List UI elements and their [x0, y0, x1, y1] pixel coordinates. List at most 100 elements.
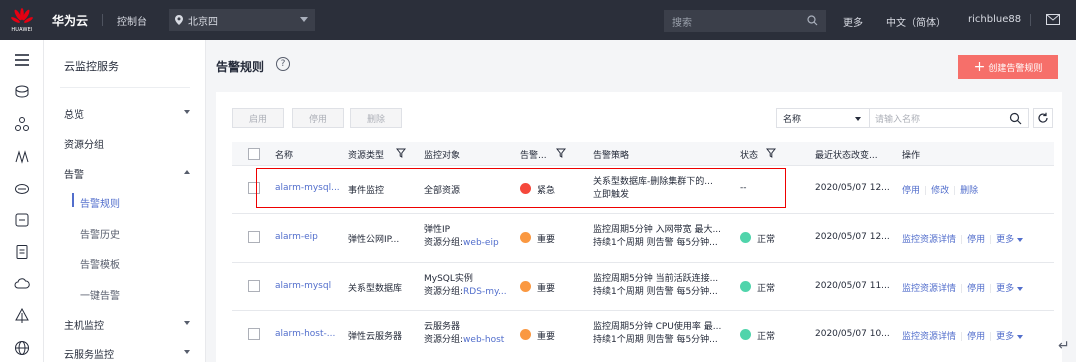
- chevron-down-icon[interactable]: [184, 350, 190, 354]
- disable-link[interactable]: 停用: [967, 235, 985, 245]
- cloud-storage-icon[interactable]: [14, 180, 30, 196]
- chevron-down-icon[interactable]: [184, 110, 190, 114]
- row-actions: 监控资源详情 | 停用 | 更多: [902, 232, 1024, 245]
- rule-name-link[interactable]: alarm-eip: [275, 232, 318, 242]
- column-header-policy[interactable]: 告警策略: [593, 148, 629, 161]
- database-icon[interactable]: [14, 84, 30, 100]
- name-search-input[interactable]: 请输入名称: [869, 108, 1029, 128]
- more-menu[interactable]: 更多: [843, 14, 863, 29]
- sidebar-item-alarm-rules[interactable]: 告警规则: [80, 195, 120, 210]
- document-icon[interactable]: [14, 244, 30, 260]
- rule-name-link[interactable]: alarm-mysql: [275, 281, 331, 291]
- column-header-status[interactable]: 状态: [740, 148, 758, 161]
- column-header-last-change[interactable]: 最近状态改变...: [815, 148, 878, 161]
- console-link[interactable]: 控制台: [117, 13, 147, 28]
- disable-link[interactable]: 停用: [967, 332, 985, 342]
- sidebar-item-overview[interactable]: 总览: [64, 106, 84, 121]
- resource-details-link[interactable]: 监控资源详情: [902, 235, 956, 245]
- resource-group-link[interactable]: web-host: [463, 335, 504, 345]
- search-icon[interactable]: [807, 15, 818, 26]
- resource-type: 弹性云服务器: [348, 332, 403, 342]
- row-divider: [232, 213, 1054, 214]
- sidebar-item-cloud-service-monitoring[interactable]: 云服务监控: [64, 346, 114, 361]
- filter-icon[interactable]: [396, 148, 406, 158]
- more-link[interactable]: 更多: [996, 332, 1014, 342]
- create-alarm-rule-button[interactable]: + 创建告警规则: [958, 55, 1058, 79]
- delete-button[interactable]: 删除: [350, 108, 402, 128]
- more-link[interactable]: 更多: [996, 235, 1014, 245]
- object-type: 弹性IP: [424, 225, 451, 235]
- region-label: 北京四: [188, 16, 219, 28]
- plus-icon: +: [973, 59, 986, 75]
- resource-details-link[interactable]: 监控资源详情: [902, 332, 956, 342]
- divider: |: [960, 235, 964, 245]
- resource-group-link[interactable]: RDS-my...: [463, 287, 507, 297]
- filter-icon[interactable]: [766, 148, 776, 158]
- chevron-down-icon: [855, 117, 861, 121]
- top-navigation-bar: HUAWEI 华为云 控制台 北京四 搜索 更多 中文（简体） richblue…: [0, 0, 1076, 40]
- global-search-input[interactable]: 搜索: [664, 10, 826, 32]
- chevron-down-icon[interactable]: [1017, 334, 1024, 339]
- sidebar-item-alarm-history[interactable]: 告警历史: [80, 226, 120, 241]
- search-icon[interactable]: [1009, 112, 1022, 125]
- resource-details-link[interactable]: 监控资源详情: [902, 284, 956, 294]
- more-link[interactable]: 更多: [996, 284, 1014, 294]
- divider: |: [989, 235, 993, 245]
- deploy-icon[interactable]: [14, 308, 30, 324]
- disable-button[interactable]: 停用: [292, 108, 344, 128]
- service-icon-rail: [0, 40, 44, 362]
- mail-icon[interactable]: [1046, 14, 1060, 25]
- sidebar-item-resource-groups[interactable]: 资源分组: [64, 136, 104, 151]
- column-header-resource-type[interactable]: 资源类型: [348, 148, 384, 161]
- help-icon[interactable]: ?: [276, 57, 290, 71]
- user-menu[interactable]: richblue88: [968, 14, 1021, 25]
- region-selector[interactable]: 北京四: [169, 9, 316, 31]
- huawei-flower-icon: [11, 7, 33, 23]
- chevron-down-icon[interactable]: [1017, 286, 1024, 291]
- chevron-up-icon[interactable]: [184, 170, 190, 174]
- alarm-policy: 监控周期5分钟 CPU使用率 最... 持续1个周期 则告警 每5分钟...: [593, 321, 721, 347]
- divider: |: [953, 186, 957, 196]
- disable-link[interactable]: 停用: [967, 284, 985, 294]
- modify-link[interactable]: 修改: [931, 186, 949, 196]
- globe-icon[interactable]: [14, 340, 30, 356]
- cloud-icon[interactable]: [14, 276, 30, 292]
- group-prefix: 资源分组:: [424, 238, 464, 248]
- huawei-logo[interactable]: HUAWEI: [0, 0, 44, 40]
- divider: |: [989, 284, 993, 294]
- network-icon[interactable]: [14, 116, 30, 132]
- enable-button[interactable]: 启用: [232, 108, 284, 128]
- divider: |: [989, 332, 993, 342]
- column-header-monitored-object[interactable]: 监控对象: [424, 148, 460, 161]
- object-group: 资源分组:RDS-my...: [424, 286, 507, 299]
- resource-group-link[interactable]: web-eip: [463, 238, 499, 248]
- object-type: MySQL实例: [424, 274, 473, 284]
- cluster-icon[interactable]: [14, 148, 30, 164]
- column-header-name[interactable]: 名称: [275, 148, 293, 161]
- filter-icon[interactable]: [556, 148, 566, 158]
- chevron-down-icon[interactable]: [1017, 237, 1024, 242]
- rule-name-link[interactable]: alarm-host-...: [275, 329, 335, 339]
- sidebar-item-host-monitoring[interactable]: 主机监控: [64, 317, 104, 332]
- refresh-button[interactable]: [1033, 108, 1053, 128]
- brand-name[interactable]: 华为云: [52, 12, 88, 29]
- row-actions: 监控资源详情 | 停用 | 更多: [902, 329, 1024, 342]
- server-icon[interactable]: [14, 212, 30, 228]
- sidebar-item-alarm-templates[interactable]: 告警模板: [80, 256, 120, 271]
- row-checkbox[interactable]: [248, 328, 260, 340]
- chevron-down-icon[interactable]: [184, 321, 190, 325]
- filter-field-select[interactable]: 名称: [776, 108, 870, 128]
- divider: |: [960, 332, 964, 342]
- disable-link[interactable]: 停用: [902, 186, 920, 196]
- row-checkbox[interactable]: [248, 231, 260, 243]
- severity-major-icon: [520, 232, 531, 243]
- sidebar-item-alarms[interactable]: 告警: [64, 166, 84, 181]
- column-header-severity[interactable]: 告警...: [520, 148, 547, 161]
- select-all-checkbox[interactable]: [248, 148, 260, 160]
- severity-label: 重要: [537, 284, 556, 294]
- menu-icon[interactable]: [14, 52, 30, 68]
- delete-link[interactable]: 删除: [960, 186, 978, 196]
- sidebar-item-one-click-alarm[interactable]: 一键告警: [80, 287, 120, 302]
- row-checkbox[interactable]: [248, 280, 260, 292]
- language-selector[interactable]: 中文（简体）: [886, 14, 946, 29]
